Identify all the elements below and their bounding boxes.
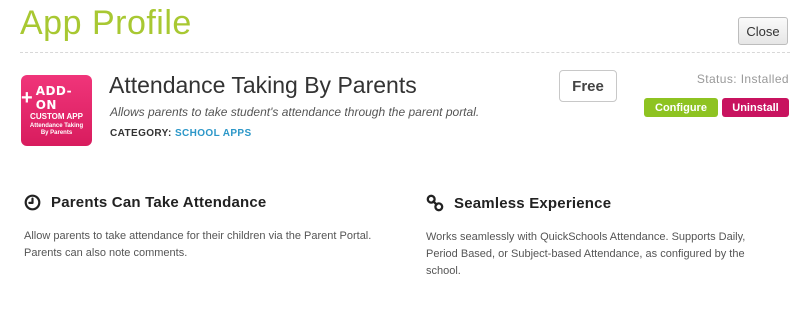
status-value: Installed — [740, 72, 789, 86]
category-label: CATEGORY: — [110, 128, 172, 139]
feature-header: Parents Can Take Attendance — [24, 194, 384, 211]
clock-icon — [24, 194, 41, 211]
close-button[interactable]: Close — [738, 17, 788, 45]
title-divider — [20, 52, 790, 53]
feature-attendance: Parents Can Take Attendance Allow parent… — [24, 194, 384, 262]
plus-icon: + — [21, 87, 33, 109]
feature-seamless: Seamless Experience Works seamlessly wit… — [426, 194, 786, 280]
feature-title: Seamless Experience — [454, 194, 612, 212]
feature-description: Works seamlessly with QuickSchools Atten… — [426, 231, 746, 277]
feature-title: Parents Can Take Attendance — [51, 194, 267, 211]
addon-banner: + ADD-ON — [21, 84, 92, 112]
status-label: Status: — [696, 72, 737, 86]
price-badge: Free — [559, 70, 617, 102]
app-category: CATEGORY: SCHOOL APPS — [110, 128, 252, 139]
addon-label: ADD-ON — [35, 84, 73, 112]
app-icon: + ADD-ON CUSTOM APP Attendance Taking By… — [21, 75, 92, 146]
category-link[interactable]: SCHOOL APPS — [175, 128, 252, 139]
configure-button[interactable]: Configure — [644, 98, 718, 117]
page-title: App Profile — [20, 4, 192, 42]
custom-app-label: CUSTOM APP — [30, 112, 83, 121]
app-name: Attendance Taking By Parents — [109, 72, 417, 98]
feature-description: Allow parents to take attendance for the… — [24, 230, 372, 259]
install-status: Status: Installed — [697, 72, 789, 86]
icon-app-name: Attendance Taking By Parents — [29, 123, 84, 136]
feature-header: Seamless Experience — [426, 194, 786, 212]
uninstall-button[interactable]: Uninstall — [722, 98, 789, 117]
link-icon — [426, 194, 444, 212]
app-description: Allows parents to take student's attenda… — [110, 105, 480, 119]
